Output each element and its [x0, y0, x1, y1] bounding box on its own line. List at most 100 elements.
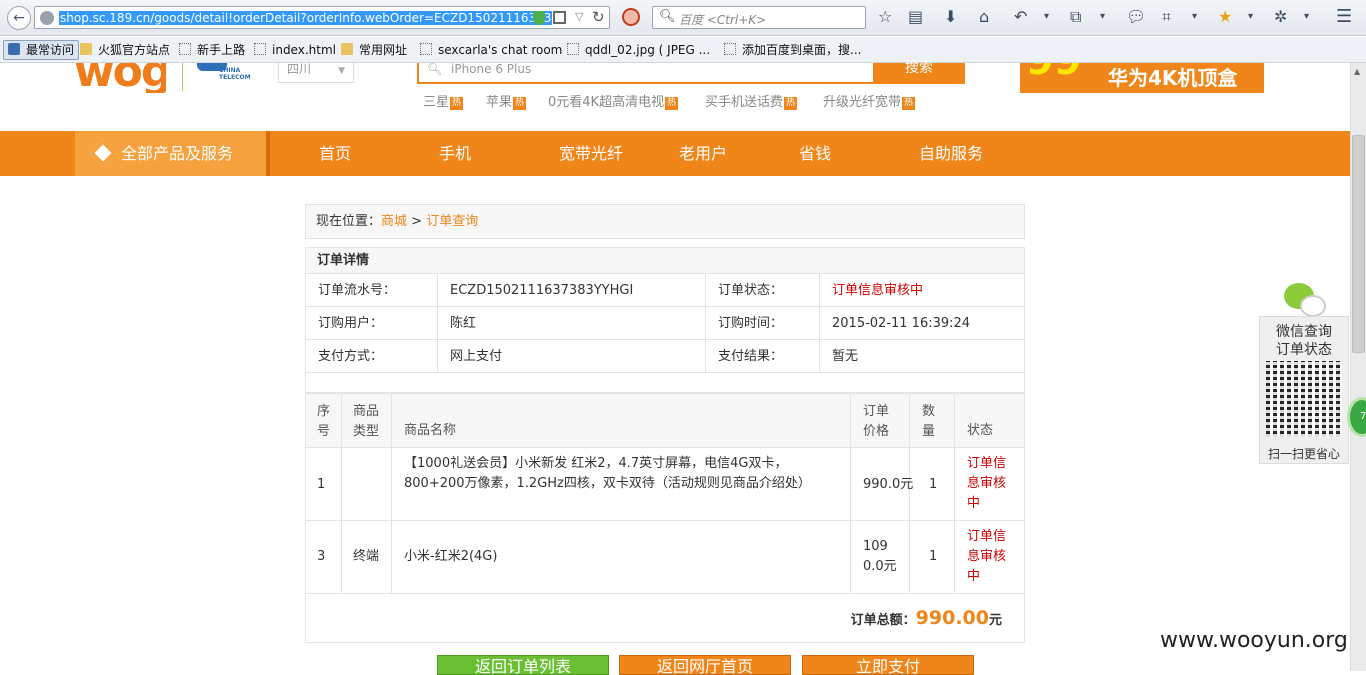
- folder-icon: [341, 43, 353, 55]
- row2-no: 3: [306, 521, 342, 594]
- row1-status: 订单信息审核中: [955, 448, 1024, 521]
- col-header-type: 商品类型: [342, 394, 392, 448]
- scrollbar-thumb[interactable]: [1352, 135, 1365, 353]
- breadcrumb-home-link[interactable]: 商城: [381, 214, 407, 229]
- page-icon: [567, 43, 579, 55]
- wechat-widget[interactable]: 微信查询 订单状态 扫一扫更省心: [1259, 316, 1349, 464]
- nav-item-old-users[interactable]: 老用户: [679, 131, 727, 176]
- row2-type: 终端: [342, 521, 392, 594]
- row2-status: 订单信息审核中: [955, 521, 1024, 594]
- order-total: 订单总额：990.00元: [305, 593, 1025, 643]
- pay-label: 支付方式：: [306, 340, 438, 373]
- order-detail-header: 订单详情: [306, 248, 1024, 274]
- pay-now-button[interactable]: 立即支付: [802, 655, 974, 675]
- folder-icon: [80, 43, 92, 55]
- bookmark-item[interactable]: 常用网址: [341, 42, 407, 58]
- star-icon[interactable]: ☆: [878, 7, 892, 27]
- url-bar[interactable]: shop.sc.189.cn/goods/detail!orderDetail?…: [34, 6, 610, 29]
- back-to-orders-button[interactable]: 返回订单列表: [437, 655, 609, 675]
- bookmarks-bar: 最常访问 火狐官方站点 新手上路 index.html 常用网址 sexcarl…: [0, 37, 1366, 63]
- hot-keyword[interactable]: 买手机送话费热: [705, 91, 798, 110]
- region-select[interactable]: 四川 ▼: [278, 63, 354, 83]
- hot-keyword[interactable]: 0元看4K超高清电视热: [548, 91, 679, 110]
- addon-icon[interactable]: ✲: [1274, 7, 1287, 27]
- adblock-icon[interactable]: [622, 8, 640, 26]
- page-icon: [724, 43, 736, 55]
- nav-item-broadband[interactable]: 宽带光纤: [559, 131, 623, 176]
- hot-keyword[interactable]: 苹果热: [486, 91, 527, 110]
- site-search-input[interactable]: 🔍︎ iPhone 6 Plus: [417, 62, 875, 84]
- bookmark-star-icon[interactable]: ★: [1218, 7, 1232, 27]
- browser-search-input[interactable]: 🔍︎ 百度 <Ctrl+K>: [652, 6, 866, 29]
- time-label: 订购时间：: [706, 307, 820, 340]
- row1-price: 990.0元: [851, 448, 913, 521]
- nav-item-phone[interactable]: 手机: [439, 131, 471, 176]
- undo-icon[interactable]: ↶: [1014, 7, 1027, 27]
- chevron-down-icon[interactable]: ▾: [1192, 7, 1197, 27]
- reload-icon[interactable]: ↻: [592, 8, 605, 26]
- row2-qty: 1: [910, 521, 955, 594]
- bookmark-item[interactable]: index.html: [254, 42, 336, 58]
- wogo-logo[interactable]: wogo: [74, 63, 166, 93]
- qr-icon[interactable]: [553, 11, 566, 24]
- total-amount: 990.00: [915, 607, 989, 629]
- row1-name[interactable]: 【1000礼送会员】小米新发 红米2，4.7英寸屏幕，电信4G双卡，800+20…: [392, 448, 851, 521]
- col-header-status: 状态: [955, 394, 1024, 448]
- breadcrumb: 现在位置：商城 > 订单查询: [305, 204, 1025, 239]
- all-products-menu[interactable]: 全部产品及服务: [75, 131, 266, 176]
- result-value: 暂无: [820, 340, 1024, 373]
- china-telecom-logo: CHINA TELECOM: [182, 63, 272, 91]
- chevron-down-icon[interactable]: ▾: [1044, 7, 1049, 27]
- search-icon: 🔍︎: [427, 62, 443, 76]
- home-icon[interactable]: ⌂: [979, 7, 989, 27]
- chevron-down-icon[interactable]: ▽: [575, 10, 583, 23]
- chevron-down-icon: ▼: [338, 66, 345, 76]
- device-icon[interactable]: ⧉: [1070, 7, 1081, 27]
- browser-toolbar: ← shop.sc.189.cn/goods/detail!orderDetai…: [0, 0, 1366, 36]
- serial-label: 订单流水号：: [306, 274, 438, 307]
- bookmark-item[interactable]: 添加百度到桌面，搜...: [724, 42, 861, 58]
- back-button[interactable]: ←: [7, 6, 31, 30]
- shield-icon[interactable]: [533, 11, 545, 25]
- reader-icon[interactable]: ▤: [908, 7, 923, 27]
- breadcrumb-current-link[interactable]: 订单查询: [426, 214, 478, 229]
- diamond-icon: [88, 138, 118, 168]
- chevron-down-icon[interactable]: ▾: [1100, 7, 1105, 27]
- back-to-home-button[interactable]: 返回网厅首页: [619, 655, 791, 675]
- scroll-up-icon[interactable]: ▲: [1354, 67, 1360, 76]
- status-label: 订单状态：: [706, 274, 820, 307]
- menu-icon[interactable]: ☰: [1336, 7, 1352, 27]
- browser-search-placeholder: 百度 <Ctrl+K>: [679, 13, 767, 27]
- page-icon: [179, 43, 191, 55]
- qr-code: [1266, 361, 1342, 437]
- hot-keyword[interactable]: 升级光纤宽带热: [823, 91, 916, 110]
- col-header-qty: 数量: [910, 394, 955, 448]
- serial-value: ECZD1502111637383YYHGI: [438, 274, 706, 307]
- bookmark-item[interactable]: sexcarla's chat room: [420, 42, 562, 58]
- bookmark-item[interactable]: 火狐官方站点: [80, 42, 170, 58]
- chevron-down-icon[interactable]: ▾: [1304, 7, 1309, 27]
- nav-item-self-service[interactable]: 自助服务: [919, 131, 983, 176]
- site-search-button[interactable]: 搜索: [873, 61, 965, 84]
- chat-icon[interactable]: 💬︎: [1126, 7, 1146, 27]
- wechat-icon: [1284, 283, 1328, 319]
- bookmark-item[interactable]: qddl_02.jpg ( JPEG ...: [567, 42, 710, 58]
- result-label: 支付结果：: [706, 340, 820, 373]
- bookmark-icon: [8, 43, 20, 55]
- nav-item-save[interactable]: 省钱: [799, 131, 831, 176]
- col-header-price: 订单价格: [851, 394, 910, 448]
- col-header-name: 商品名称: [392, 394, 851, 448]
- row2-name[interactable]: 小米-红米2(4G): [392, 521, 851, 594]
- scrollbar[interactable]: ▲: [1350, 63, 1366, 671]
- hot-keyword[interactable]: 三星热: [423, 91, 464, 110]
- nav-item-home[interactable]: 首页: [319, 131, 351, 176]
- pay-value: 网上支付: [438, 340, 706, 373]
- url-text[interactable]: shop.sc.189.cn/goods/detail!orderDetail?…: [59, 11, 553, 25]
- download-icon[interactable]: ⬇: [944, 7, 957, 27]
- row1-type: [342, 448, 392, 521]
- chevron-down-icon[interactable]: ▾: [1248, 7, 1253, 27]
- crop-icon[interactable]: ⌗: [1162, 7, 1171, 27]
- bookmark-item[interactable]: 新手上路: [179, 42, 245, 58]
- promo-banner[interactable]: 99 华为4K机顶盒: [1020, 63, 1264, 93]
- bookmark-most-visited[interactable]: 最常访问: [3, 40, 80, 60]
